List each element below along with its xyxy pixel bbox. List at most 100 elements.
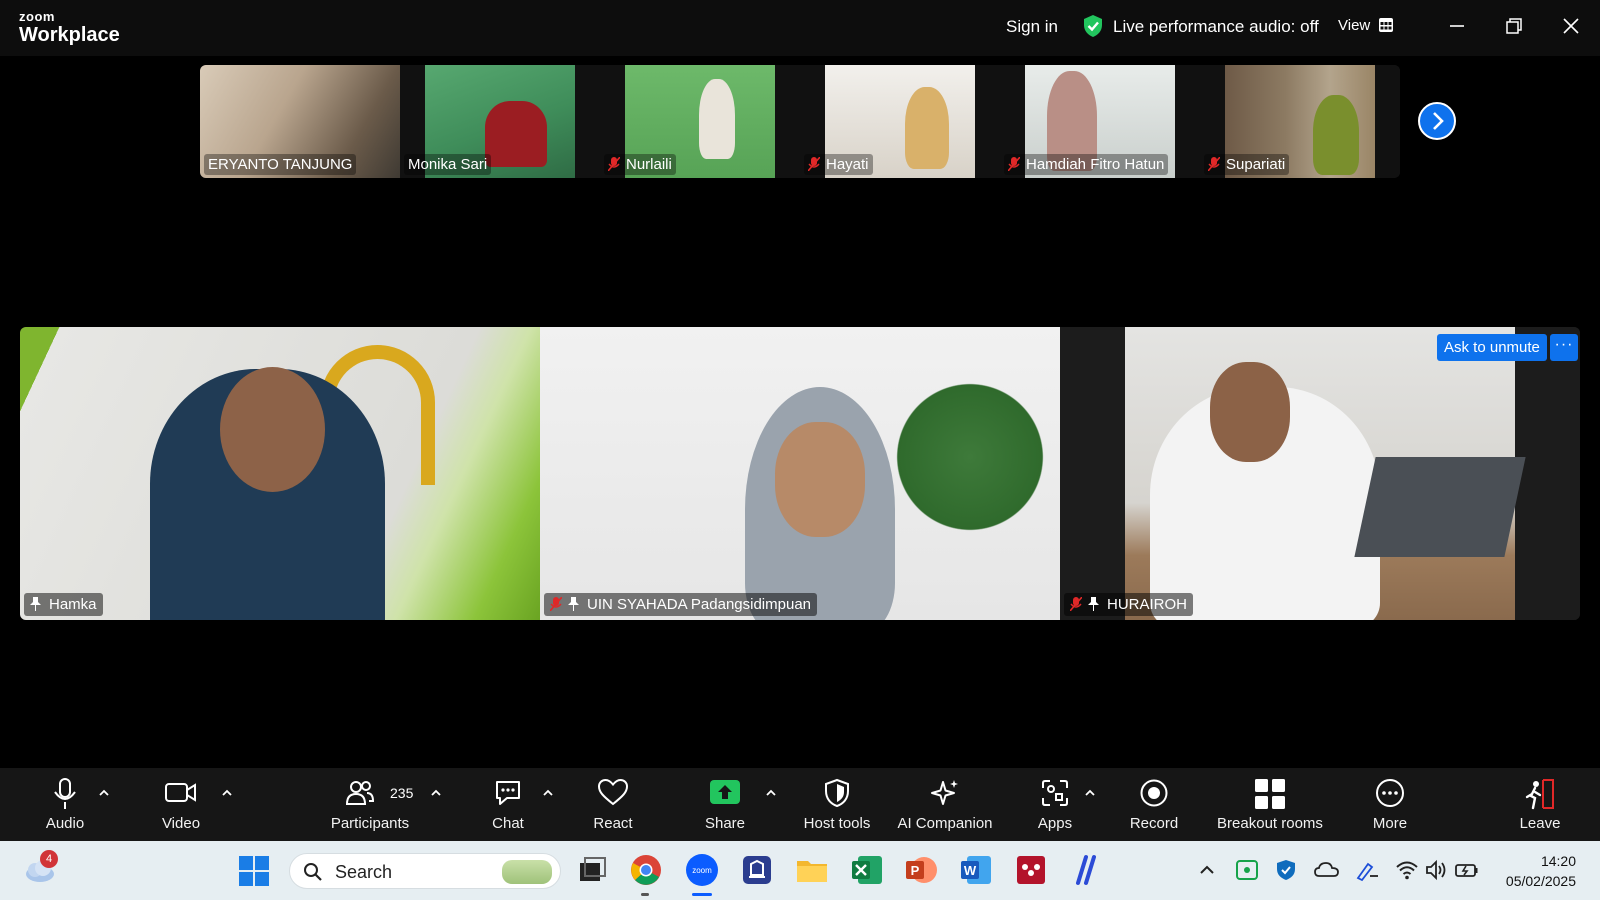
share-screen-icon	[710, 780, 740, 804]
app-icon-slash[interactable]	[1068, 853, 1102, 887]
video-camera-icon	[165, 783, 196, 802]
excel-icon[interactable]	[850, 853, 884, 887]
participant-face	[1210, 362, 1290, 462]
video-tile[interactable]: HURAIROH	[1060, 327, 1580, 620]
audio-button[interactable]: Audio	[30, 768, 100, 841]
mic-off-icon	[1208, 157, 1220, 171]
participant-thumb[interactable]: Hayati	[800, 65, 1000, 178]
minimize-icon[interactable]	[1445, 14, 1469, 38]
participant-name: Hayati	[804, 154, 873, 175]
task-view-icon[interactable]	[575, 853, 609, 887]
taskbar-search-box[interactable]: Search	[289, 853, 561, 889]
chevron-up-icon[interactable]	[765, 788, 777, 798]
react-button[interactable]: React	[578, 768, 648, 841]
view-button[interactable]: View	[1338, 17, 1370, 34]
participants-button[interactable]: Participants	[320, 768, 420, 841]
powerpoint-icon[interactable]: P	[904, 853, 938, 887]
chevron-right-icon	[1433, 112, 1444, 130]
participant-figure	[485, 101, 547, 167]
participant-name-text: HURAIROH	[1107, 596, 1188, 613]
chevron-up-icon[interactable]	[1196, 859, 1218, 881]
chevron-up-icon[interactable]	[430, 788, 442, 798]
tile-more-options-button[interactable]: ···	[1550, 334, 1578, 361]
chevron-up-icon[interactable]	[221, 788, 233, 798]
svg-text:zoom: zoom	[692, 866, 712, 875]
record-button[interactable]: Record	[1119, 768, 1189, 841]
logo-line2: Workplace	[19, 24, 120, 46]
participant-name: HURAIROH	[1064, 593, 1194, 616]
mic-off-icon	[1008, 157, 1020, 171]
language-pen-icon[interactable]	[1354, 858, 1380, 882]
mic-off-icon	[608, 157, 620, 171]
participant-name-text: Hayati	[826, 156, 869, 173]
participant-face	[775, 422, 865, 537]
participant-thumb[interactable]: Monika Sari	[400, 65, 600, 178]
host-tools-button[interactable]: Host tools	[787, 768, 887, 841]
apps-button[interactable]: Apps	[1020, 768, 1090, 841]
app-icon-blue[interactable]	[740, 853, 774, 887]
video-tile[interactable]: Hamka	[20, 327, 540, 620]
participant-thumb[interactable]: ERYANTO TANJUNG	[200, 65, 400, 178]
close-icon[interactable]	[1559, 14, 1583, 38]
participant-thumb[interactable]: Supariati	[1200, 65, 1400, 178]
leave-button[interactable]: Leave	[1505, 768, 1575, 841]
zoom-app-icon[interactable]: zoom	[685, 853, 719, 887]
host-tools-label: Host tools	[803, 815, 871, 832]
sign-in-link[interactable]: Sign in	[1006, 17, 1058, 37]
apps-icon	[1042, 780, 1068, 806]
wifi-icon[interactable]	[1395, 858, 1419, 882]
breakout-rooms-label: Breakout rooms	[1217, 815, 1323, 832]
plant	[890, 367, 1050, 547]
chat-button[interactable]: Chat	[473, 768, 543, 841]
title-bar: zoom Workplace Sign in Live performance …	[0, 0, 1600, 56]
security-shield-icon[interactable]	[1274, 858, 1298, 882]
participant-thumb[interactable]: Nurlaili	[600, 65, 800, 178]
participant-figure	[905, 87, 949, 169]
app-tray-green-icon[interactable]	[1235, 858, 1259, 882]
sparkle-icon	[931, 780, 958, 805]
participant-name-text: Hamdiah Fitro Hatun	[1026, 156, 1165, 173]
participant-name: ERYANTO TANJUNG	[204, 154, 357, 175]
video-button[interactable]: Video	[146, 768, 216, 841]
file-explorer-icon[interactable]	[795, 853, 829, 887]
restore-icon[interactable]	[1502, 14, 1526, 38]
chat-icon	[496, 781, 520, 805]
chrome-icon[interactable]	[629, 853, 663, 887]
onedrive-icon[interactable]	[1314, 858, 1340, 882]
live-performance-audio-status[interactable]: Live performance audio: off	[1113, 17, 1319, 37]
ai-companion-button[interactable]: AI Companion	[885, 768, 1005, 841]
system-clock[interactable]: 14:20 05/02/2025	[1496, 851, 1576, 891]
participant-name: Hamka	[24, 593, 103, 616]
participants-icon	[345, 781, 375, 805]
breakout-rooms-button[interactable]: Breakout rooms	[1205, 768, 1335, 841]
mendeley-icon[interactable]	[1014, 853, 1048, 887]
pin-icon	[30, 597, 41, 611]
word-icon[interactable]: W	[959, 853, 993, 887]
shield-icon	[825, 778, 849, 808]
search-icon	[304, 863, 322, 881]
participant-name-text: Nurlaili	[626, 156, 672, 173]
participant-thumb[interactable]: Hamdiah Fitro Hatun	[1000, 65, 1200, 178]
ask-to-unmute-button[interactable]: Ask to unmute	[1437, 334, 1547, 361]
windows-taskbar: 4 Search zoom P W 14:20 05/02/2025	[0, 841, 1600, 900]
grid-view-icon[interactable]	[1379, 18, 1393, 32]
record-icon	[1140, 779, 1168, 807]
windows-start-icon[interactable]	[238, 855, 270, 887]
next-page-button[interactable]	[1418, 102, 1456, 140]
battery-icon[interactable]	[1454, 858, 1480, 882]
react-label: React	[593, 815, 633, 832]
mic-off-icon	[1070, 597, 1082, 611]
volume-icon[interactable]	[1424, 858, 1448, 882]
laptop	[1354, 457, 1526, 557]
more-button[interactable]: More	[1355, 768, 1425, 841]
chevron-up-icon[interactable]	[98, 788, 110, 798]
chevron-up-icon[interactable]	[542, 788, 554, 798]
participant-face	[220, 367, 325, 492]
logo-line1: zoom	[19, 9, 55, 24]
participant-count: 235	[390, 785, 414, 801]
participant-name-text: Monika Sari	[408, 156, 488, 173]
share-button[interactable]: Share	[690, 768, 760, 841]
video-tile[interactable]: UIN SYAHADA Padangsidimpuan	[540, 327, 1060, 620]
chevron-up-icon[interactable]	[1084, 788, 1096, 798]
participant-name: Nurlaili	[604, 154, 676, 175]
